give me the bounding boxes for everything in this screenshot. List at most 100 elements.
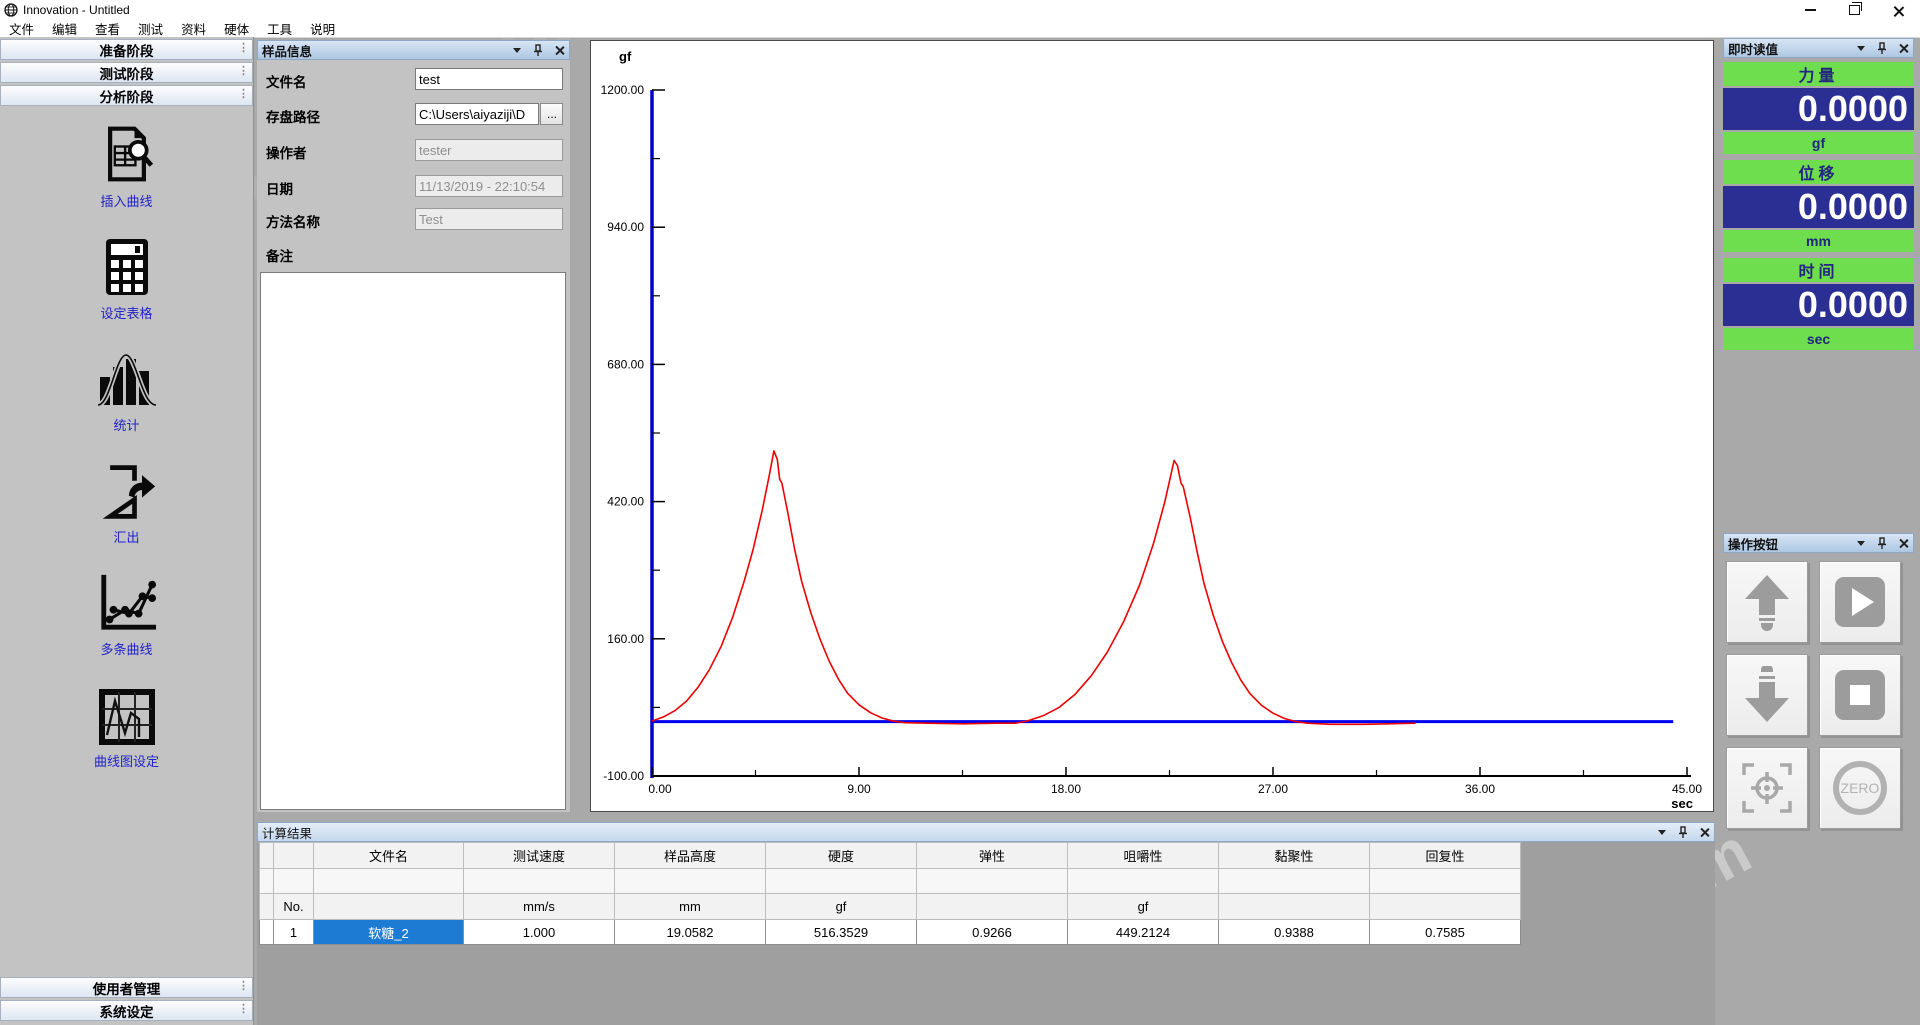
row-number-cell[interactable]: 1 <box>274 920 314 945</box>
stage-test-label: 测试阶段 <box>100 63 154 83</box>
panel-close-button[interactable] <box>1897 537 1909 549</box>
run-button[interactable] <box>1819 561 1901 643</box>
browse-button[interactable]: ... <box>540 103 563 125</box>
tool-statistics[interactable]: 统计 <box>52 333 202 445</box>
force-unit: gf <box>1723 132 1914 154</box>
results-units-row: No. mm/s mm gf gf <box>260 894 1521 920</box>
menu-hardware[interactable]: 硬体 <box>215 20 258 37</box>
panel-menu-button[interactable] <box>1656 826 1668 838</box>
move-up-button[interactable] <box>1726 561 1808 643</box>
live-readings-panel: 即时读值 力量 0.0000 gf 位移 0.0000 mm 时间 0.0000… <box>1723 38 1914 368</box>
filename-cell[interactable]: 软糖_2 <box>314 920 464 945</box>
col-test-speed: 测试速度 <box>464 843 615 869</box>
operator-input <box>415 139 563 161</box>
menu-view[interactable]: 查看 <box>86 20 129 37</box>
time-value: 0.0000 <box>1723 284 1914 326</box>
stage-test[interactable]: 测试阶段⋮ <box>0 62 253 83</box>
panel-close-button[interactable] <box>1698 826 1710 838</box>
menu-test[interactable]: 测试 <box>129 20 172 37</box>
field-label: 日期 <box>266 178 293 198</box>
restore-icon <box>1849 5 1860 15</box>
svg-text:gf: gf <box>619 49 632 64</box>
tool-export[interactable]: 汇出 <box>52 445 202 557</box>
stage-prepare[interactable]: 准备阶段⋮ <box>0 39 253 60</box>
panel-pin-button[interactable] <box>1677 826 1689 838</box>
menu-edit[interactable]: 编辑 <box>43 20 86 37</box>
chevron-down-icon <box>1857 541 1865 546</box>
stage-prepare-label: 准备阶段 <box>100 40 154 60</box>
restore-button[interactable] <box>1832 0 1876 20</box>
target-button[interactable] <box>1726 747 1808 829</box>
row-grip[interactable] <box>260 920 274 945</box>
tool-multi-curve[interactable]: 多条曲线 <box>52 557 202 669</box>
user-management-label: 使用者管理 <box>93 978 161 998</box>
chewiness-cell[interactable]: 449.2124 <box>1068 920 1219 945</box>
menu-data[interactable]: 资料 <box>172 20 215 37</box>
unit-hardness: gf <box>766 894 917 920</box>
results-panel: 计算结果 文件名 测试速度 样品高度 硬度 弹性 咀嚼性 黏聚性 <box>257 822 1715 1025</box>
springiness-cell[interactable]: 0.9266 <box>917 920 1068 945</box>
panel-menu-button[interactable] <box>1855 42 1867 54</box>
panel-close-button[interactable] <box>1897 42 1909 54</box>
minimize-button[interactable] <box>1788 0 1832 20</box>
close-icon <box>1700 828 1709 837</box>
unit-filename <box>314 894 464 920</box>
live-readings-header: 即时读值 <box>1723 38 1914 58</box>
notes-textarea[interactable] <box>260 272 566 810</box>
zero-button[interactable]: ZERO <box>1819 747 1901 829</box>
notes-label: 备注 <box>266 245 293 265</box>
filename-input[interactable] <box>415 68 563 90</box>
tool-label: 统计 <box>113 415 139 434</box>
force-time-chart: -100.00160.00420.00680.00940.001200.000.… <box>591 41 1713 811</box>
panel-pin-button[interactable] <box>1876 42 1888 54</box>
menu-tools[interactable]: 工具 <box>258 20 301 37</box>
test-speed-cell[interactable]: 1.000 <box>464 920 615 945</box>
panel-close-button[interactable] <box>553 44 565 56</box>
resilience-cell[interactable]: 0.7585 <box>1370 920 1521 945</box>
stage-system-settings[interactable]: 系统设定⋮ <box>0 1000 253 1021</box>
close-button[interactable] <box>1876 0 1920 20</box>
svg-text:45.00: 45.00 <box>1672 782 1702 796</box>
force-value: 0.0000 <box>1723 88 1914 130</box>
tool-chart-settings[interactable]: 曲线图设定 <box>52 669 202 781</box>
system-settings-label: 系统设定 <box>100 1001 154 1021</box>
col-sample-height: 样品高度 <box>615 843 766 869</box>
panel-menu-button[interactable] <box>1855 537 1867 549</box>
displacement-unit: mm <box>1723 230 1914 252</box>
panel-title: 操作按钮 <box>1728 534 1778 553</box>
tool-insert-curve[interactable]: 插入曲线 <box>52 109 202 221</box>
operation-buttons-header: 操作按钮 <box>1723 533 1914 553</box>
save-path-input[interactable] <box>415 103 539 125</box>
menu-file[interactable]: 文件 <box>0 20 43 37</box>
tool-table-setup[interactable]: 设定表格 <box>52 221 202 333</box>
move-down-button[interactable] <box>1726 654 1808 736</box>
stop-button[interactable] <box>1819 654 1901 736</box>
sample-info-panel: 样品信息 文件名 存盘路径 ... 操作者 日期 方法名称 <box>257 40 570 812</box>
grip-icon: ⋮ <box>238 979 249 994</box>
unit-resilience <box>1370 894 1521 920</box>
analysis-tools: 插入曲线 设定表格 统计 汇出 <box>0 109 253 781</box>
force-label: 力量 <box>1723 62 1914 86</box>
chevron-down-icon <box>513 48 521 53</box>
results-header-row: 文件名 测试速度 样品高度 硬度 弹性 咀嚼性 黏聚性 回复性 <box>260 843 1521 869</box>
grip-icon: ⋮ <box>238 87 249 102</box>
stage-analysis[interactable]: 分析阶段⋮ <box>0 85 253 106</box>
panel-pin-button[interactable] <box>1876 537 1888 549</box>
method-name-input <box>415 208 563 230</box>
zero-icon: ZERO <box>1831 759 1889 817</box>
hardness-cell[interactable]: 516.3529 <box>766 920 917 945</box>
stage-user-management[interactable]: 使用者管理 ⋮ <box>0 977 253 998</box>
svg-text:27.00: 27.00 <box>1258 782 1288 796</box>
cohesiveness-cell[interactable]: 0.9388 <box>1219 920 1370 945</box>
panel-pin-button[interactable] <box>532 44 544 56</box>
svg-text:9.00: 9.00 <box>847 782 871 796</box>
unit-chewiness: gf <box>1068 894 1219 920</box>
svg-text:ZERO: ZERO <box>1841 780 1880 796</box>
field-label: 方法名称 <box>266 211 320 231</box>
sample-height-cell[interactable]: 19.0582 <box>615 920 766 945</box>
panel-menu-button[interactable] <box>511 44 523 56</box>
date-input <box>415 175 563 197</box>
results-empty-row <box>260 869 1521 894</box>
arrow-up-icon <box>1739 573 1795 631</box>
menu-help[interactable]: 说明 <box>301 20 344 37</box>
